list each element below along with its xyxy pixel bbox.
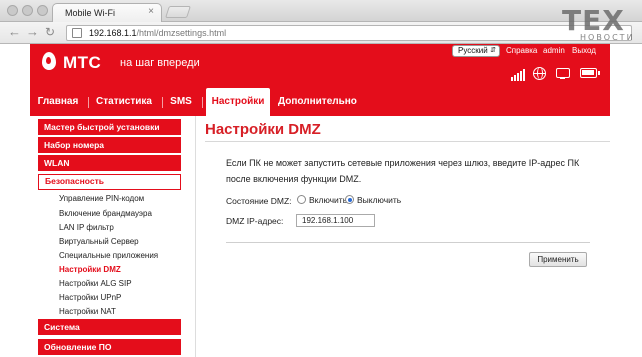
- watermark-sub: НОВОСТИ: [580, 33, 635, 42]
- dmz-ip-input[interactable]: 192.168.1.100: [296, 214, 375, 227]
- language-select[interactable]: Русский ⇵: [452, 45, 500, 57]
- sidebar-quick-setup[interactable]: Мастер быстрой установки: [38, 119, 181, 135]
- main-navigation: Главная Статистика SMS Настройки Дополни…: [30, 88, 610, 116]
- logout-link[interactable]: Выход: [572, 46, 596, 55]
- sidebar-item-pin-management[interactable]: Управление PIN-кодом: [59, 194, 144, 203]
- sidebar-item-special-apps[interactable]: Специальные приложения: [59, 251, 158, 260]
- dmz-disable-radio[interactable]: [345, 195, 354, 204]
- sidebar-firmware-update[interactable]: Обновление ПО: [38, 339, 181, 355]
- sidebar-item-lan-ip-filter[interactable]: LAN IP фильтр: [59, 223, 114, 232]
- dmz-status-label: Состояние DMZ:: [226, 196, 292, 206]
- sidebar-item-virtual-server[interactable]: Виртуальный Сервер: [59, 237, 139, 246]
- browser-tab[interactable]: Mobile Wi-Fi ×: [52, 3, 162, 22]
- dmz-description: Если ПК не может запустить сетевые прило…: [226, 158, 580, 184]
- dmz-enable-option[interactable]: Включить: [297, 195, 347, 206]
- page-icon: [72, 28, 82, 38]
- maximize-window-button[interactable]: [37, 5, 48, 16]
- tab-close-icon[interactable]: ×: [148, 6, 154, 17]
- dmz-disable-option[interactable]: Выключить: [345, 195, 401, 206]
- signal-strength-icon: [511, 67, 527, 81]
- url-path: /html/dmzsettings.html: [136, 28, 227, 38]
- url-host: 192.168.1.1: [89, 28, 137, 38]
- brand-slogan: на шаг впереди: [120, 57, 200, 69]
- dmz-ip-label: DMZ IP-адрес:: [226, 216, 284, 226]
- watermark-logo: TEX НОВОСТИ: [562, 4, 636, 44]
- nav-statistics[interactable]: Статистика: [92, 88, 156, 116]
- battery-icon: [580, 68, 600, 78]
- reload-icon[interactable]: ↻: [45, 25, 55, 39]
- user-link[interactable]: admin: [543, 46, 565, 55]
- help-link[interactable]: Справка: [506, 46, 537, 55]
- page-header: МТС на шаг впереди Русский ⇵ Справка adm…: [30, 44, 610, 116]
- dmz-enable-radio[interactable]: [297, 195, 306, 204]
- close-window-button[interactable]: [7, 5, 18, 16]
- browser-tab-bar: Mobile Wi-Fi ×: [0, 0, 642, 22]
- address-bar[interactable]: 192.168.1.1/html/dmzsettings.html: [66, 25, 632, 41]
- sidebar-dial-up[interactable]: Набор номера: [38, 137, 181, 153]
- connected-devices-icon: [556, 68, 570, 79]
- mts-egg-logo-icon: [42, 52, 56, 70]
- tab-title: Mobile Wi-Fi: [65, 8, 116, 18]
- apply-button[interactable]: Применить: [529, 252, 587, 267]
- sidebar-item-nat[interactable]: Настройки NAT: [59, 307, 116, 316]
- sidebar-item-firewall[interactable]: Включение брандмауэра: [59, 209, 152, 218]
- sidebar-security[interactable]: Безопасность: [38, 174, 181, 190]
- sidebar-system[interactable]: Система: [38, 319, 181, 335]
- nav-advanced[interactable]: Дополнительно: [278, 88, 357, 116]
- url-text[interactable]: 192.168.1.1/html/dmzsettings.html: [89, 28, 226, 38]
- internet-globe-icon: [533, 67, 546, 80]
- sidebar-item-alg-sip[interactable]: Настройки ALG SIP: [59, 279, 132, 288]
- dmz-disable-label[interactable]: Выключить: [357, 195, 401, 205]
- settings-sidebar: Мастер быстрой установки Набор номера WL…: [30, 116, 196, 357]
- nav-sms[interactable]: SMS: [166, 88, 196, 116]
- sidebar-item-upnp[interactable]: Настройки UPnP: [59, 293, 121, 302]
- page-title: Настройки DMZ: [205, 121, 321, 138]
- minimize-window-button[interactable]: [22, 5, 33, 16]
- dmz-enable-label[interactable]: Включить: [309, 195, 347, 205]
- form-divider: [226, 242, 590, 243]
- select-arrows-icon: ⇵: [490, 47, 496, 54]
- language-select-value: Русский: [458, 46, 488, 55]
- sidebar-wlan[interactable]: WLAN: [38, 155, 181, 171]
- sidebar-item-dmz-settings[interactable]: Настройки DMZ: [59, 265, 121, 274]
- nav-home[interactable]: Главная: [34, 88, 82, 116]
- brand-logo-text: МТС: [63, 53, 102, 72]
- back-arrow-icon[interactable]: ←: [8, 25, 21, 39]
- title-divider: [205, 141, 610, 142]
- forward-arrow-icon[interactable]: →: [26, 25, 39, 39]
- browser-toolbar: ← → ↻ 192.168.1.1/html/dmzsettings.html: [0, 22, 642, 44]
- new-tab-button[interactable]: [165, 6, 191, 18]
- nav-settings[interactable]: Настройки: [206, 88, 270, 116]
